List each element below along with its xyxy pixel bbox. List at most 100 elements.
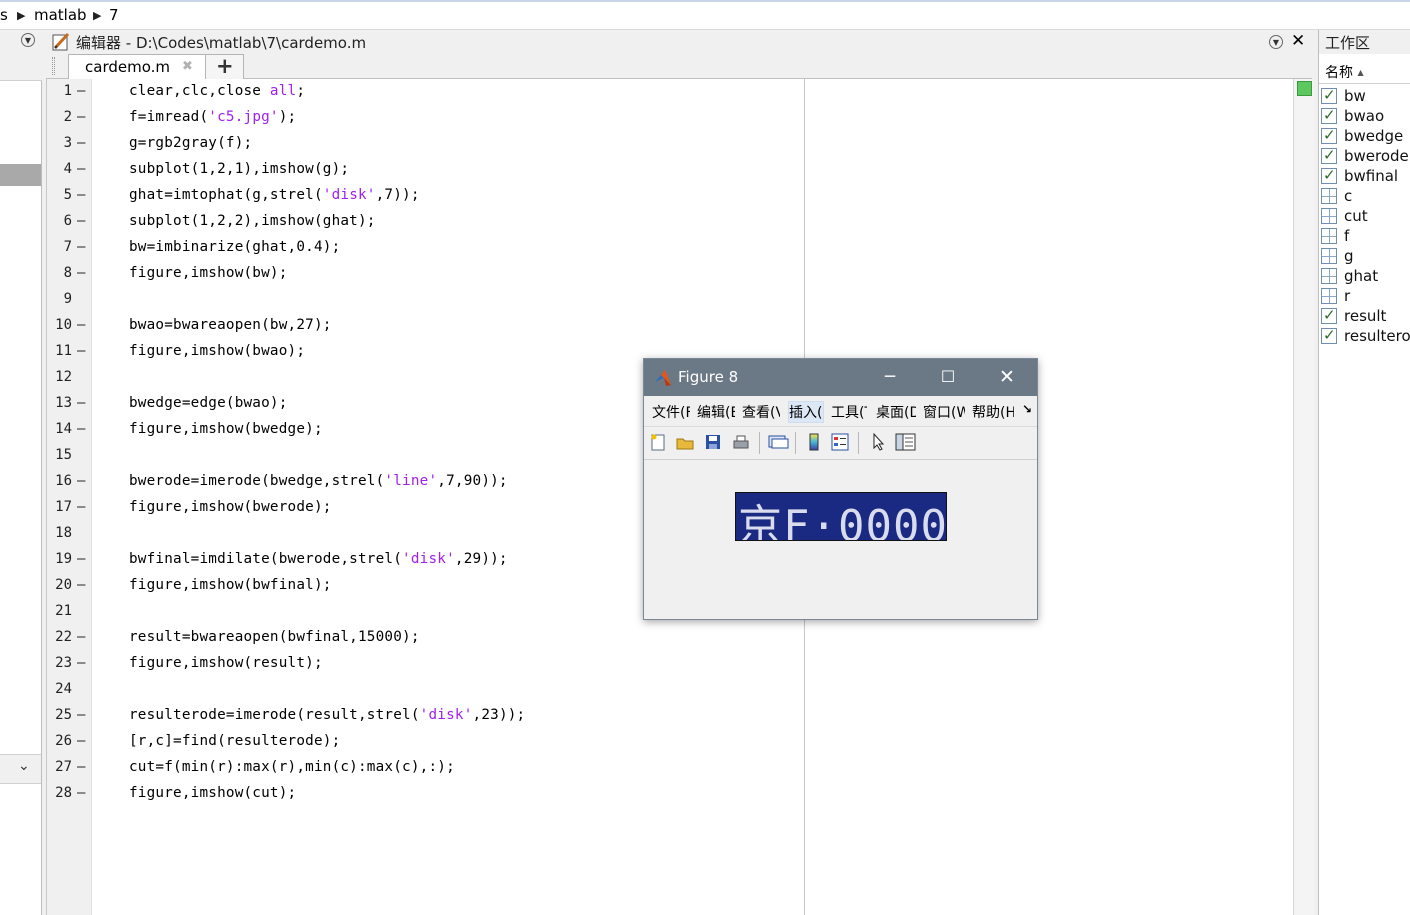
figure-menu-item[interactable]: 窗口(W: [923, 402, 965, 422]
chevron-down-icon[interactable]: ⌄: [18, 758, 30, 774]
code-line[interactable]: 4 — subplot(1,2,1),imshow(g);: [47, 157, 797, 183]
workspace-variable-bwedge[interactable]: bwedge: [1319, 126, 1410, 146]
breakpoint-marker[interactable]: —: [77, 161, 85, 177]
colorbar-icon[interactable]: [805, 433, 823, 451]
breakpoint-marker[interactable]: —: [77, 135, 85, 151]
code-text[interactable]: bw=imbinarize(ghat,0.4);: [129, 239, 340, 255]
property-inspector-icon[interactable]: [895, 433, 917, 451]
code-line[interactable]: 27 — cut=f(min(r):max(r),min(c):max(c),:);: [47, 755, 797, 781]
code-line[interactable]: 23 — figure,imshow(result);: [47, 651, 797, 677]
code-line[interactable]: 28 — figure,imshow(cut);: [47, 781, 797, 807]
breakpoint-marker[interactable]: —: [77, 707, 85, 723]
figure-menu-item[interactable]: 插入(I: [788, 401, 824, 423]
breakpoint-marker[interactable]: —: [77, 343, 85, 359]
tab-cardemo[interactable]: cardemo.m ✖: [68, 54, 206, 80]
breadcrumb-item[interactable]: matlab: [34, 6, 87, 24]
breakpoint-marker[interactable]: —: [77, 655, 85, 671]
code-text[interactable]: subplot(1,2,1),imshow(g);: [129, 161, 349, 177]
figure-menu-item[interactable]: 工具(T: [831, 402, 867, 422]
edit-plot-arrow-icon[interactable]: [870, 433, 888, 451]
figure-menu-item[interactable]: 桌面(D: [876, 402, 916, 422]
code-text[interactable]: figure,imshow(bwao);: [129, 343, 305, 359]
breakpoint-marker[interactable]: —: [77, 239, 85, 255]
code-text[interactable]: figure,imshow(bwerode);: [129, 499, 332, 515]
code-text[interactable]: bwerode=imerode(bwedge,strel('line',7,90…: [129, 473, 508, 489]
code-line[interactable]: 22 — result=bwareaopen(bwfinal,15000);: [47, 625, 797, 651]
code-text[interactable]: ghat=imtophat(g,strel('disk',7));: [129, 187, 420, 203]
code-text[interactable]: g=rgb2gray(f);: [129, 135, 252, 151]
code-text[interactable]: figure,imshow(cut);: [129, 785, 296, 801]
link-plot-icon[interactable]: [767, 433, 789, 451]
breakpoint-marker[interactable]: —: [77, 473, 85, 489]
code-text[interactable]: bwfinal=imdilate(bwerode,strel('disk',29…: [129, 551, 508, 567]
new-figure-icon[interactable]: [649, 433, 667, 451]
code-text[interactable]: figure,imshow(bwedge);: [129, 421, 323, 437]
breakpoint-marker[interactable]: —: [77, 395, 85, 411]
figure-window[interactable]: Figure 8 ─ ☐ ✕ 文件(F 编辑(E 查看(V 插入(I 工具(T 桌面(D 窗…: [643, 358, 1038, 620]
code-text[interactable]: cut=f(min(r):max(r),min(c):max(c),:);: [129, 759, 455, 775]
breakpoint-marker[interactable]: —: [77, 733, 85, 749]
code-line[interactable]: 24: [47, 677, 797, 703]
breakpoint-marker[interactable]: —: [77, 187, 85, 203]
close-icon[interactable]: ✕: [1291, 31, 1305, 51]
breakpoint-marker[interactable]: —: [77, 551, 85, 567]
workspace-variable-bwerode[interactable]: bwerode: [1319, 146, 1410, 166]
workspace-variable-bwao[interactable]: bwao: [1319, 106, 1410, 126]
figure-menu-item[interactable]: 帮助(H: [972, 402, 1014, 422]
figure-menu-item[interactable]: 编辑(E: [697, 402, 735, 422]
vertical-scrollbar[interactable]: [1293, 79, 1314, 915]
code-text[interactable]: clear,clc,close all;: [129, 83, 305, 99]
figure-titlebar[interactable]: Figure 8 ─ ☐ ✕: [644, 359, 1037, 396]
workspace-variable-r[interactable]: r: [1319, 286, 1410, 306]
workspace-variable-g[interactable]: g: [1319, 246, 1410, 266]
workspace-variable-ghat[interactable]: ghat: [1319, 266, 1410, 286]
print-icon[interactable]: [732, 433, 750, 451]
code-line[interactable]: 6 — subplot(1,2,2),imshow(ghat);: [47, 209, 797, 235]
code-text[interactable]: figure,imshow(result);: [129, 655, 323, 671]
figure-menu-item[interactable]: 查看(V: [742, 402, 780, 422]
minimize-icon[interactable]: ─: [875, 365, 905, 389]
code-line[interactable]: 8 — figure,imshow(bw);: [47, 261, 797, 287]
close-icon[interactable]: ✕: [992, 365, 1022, 389]
tab-close-icon[interactable]: ✖: [182, 59, 193, 74]
code-line[interactable]: 25 — resulterode=imerode(result,strel('dis…: [47, 703, 797, 729]
code-line[interactable]: 9: [47, 287, 797, 313]
code-text[interactable]: [r,c]=find(resulterode);: [129, 733, 340, 749]
breadcrumb-separator-icon[interactable]: ▶: [17, 9, 25, 22]
menu-overflow-icon[interactable]: ↘: [1022, 402, 1032, 416]
code-text[interactable]: subplot(1,2,2),imshow(ghat);: [129, 213, 376, 229]
open-file-icon[interactable]: [676, 433, 694, 451]
code-text[interactable]: bwao=bwareaopen(bw,27);: [129, 317, 332, 333]
panel-menu-icon[interactable]: ▼: [21, 33, 35, 47]
code-text[interactable]: figure,imshow(bw);: [129, 265, 288, 281]
breadcrumb-item[interactable]: 7: [109, 6, 119, 24]
breadcrumb-separator-icon[interactable]: ▶: [93, 9, 101, 22]
breakpoint-marker[interactable]: —: [77, 629, 85, 645]
breakpoint-marker[interactable]: —: [77, 317, 85, 333]
workspace-variable-bw[interactable]: bw: [1319, 86, 1410, 106]
code-line[interactable]: 26 — [r,c]=find(resulterode);: [47, 729, 797, 755]
legend-icon[interactable]: [831, 433, 849, 451]
breakpoint-marker[interactable]: —: [77, 421, 85, 437]
analysis-ok-indicator[interactable]: [1297, 81, 1312, 96]
breakpoint-marker[interactable]: —: [77, 265, 85, 281]
left-panel-details-bar[interactable]: ⌄: [0, 754, 41, 784]
code-line[interactable]: 7 — bw=imbinarize(ghat,0.4);: [47, 235, 797, 261]
figure-menu-item[interactable]: 文件(F: [652, 402, 690, 422]
code-text[interactable]: figure,imshow(bwfinal);: [129, 577, 332, 593]
code-text[interactable]: resulterode=imerode(result,strel('disk',…: [129, 707, 525, 723]
workspace-variable-cut[interactable]: cut: [1319, 206, 1410, 226]
breakpoint-marker[interactable]: —: [77, 109, 85, 125]
editor-menu-icon[interactable]: ▼: [1269, 35, 1283, 49]
left-panel-selected-row[interactable]: [0, 164, 41, 186]
workspace-variable-bwfinal[interactable]: bwfinal: [1319, 166, 1410, 186]
maximize-icon[interactable]: ☐: [933, 365, 963, 389]
save-icon[interactable]: [704, 433, 722, 451]
code-text[interactable]: f=imread('c5.jpg');: [129, 109, 296, 125]
new-tab-button[interactable]: +: [205, 54, 244, 80]
breakpoint-marker[interactable]: —: [77, 577, 85, 593]
drag-handle-icon[interactable]: [52, 57, 55, 75]
code-line[interactable]: 10 — bwao=bwareaopen(bw,27);: [47, 313, 797, 339]
breakpoint-marker[interactable]: —: [77, 785, 85, 801]
code-line[interactable]: 1 — clear,clc,close all;: [47, 79, 797, 105]
